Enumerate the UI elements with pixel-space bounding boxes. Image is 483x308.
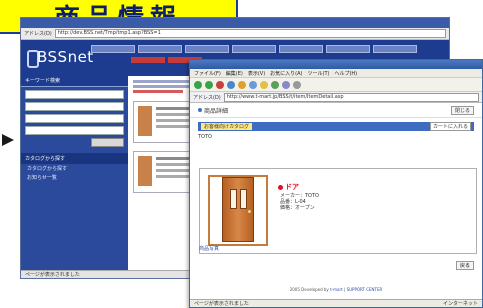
- menu-edit[interactable]: 編集(E): [226, 70, 243, 77]
- bss-nav-item[interactable]: [138, 45, 182, 53]
- back-url-field[interactable]: http://dev.BSS.net/Tmp/tmp1.asp?BSS=1: [54, 29, 446, 38]
- bullet-icon: [198, 108, 202, 112]
- print-icon[interactable]: [293, 80, 301, 89]
- category-select[interactable]: [25, 102, 124, 111]
- front-address-bar: アドレス(D) http://www.t-mart.jp/BSS/t/item/…: [190, 92, 482, 103]
- menu-file[interactable]: ファイル(F): [194, 70, 221, 77]
- door-window: [230, 189, 237, 209]
- back-window-titlebar: [21, 18, 449, 28]
- menu-favorites[interactable]: お気に入り(A): [270, 70, 302, 77]
- front-browser-window: ファイル(F) 編集(E) 表示(V) お気に入り(A) ツール(T) ヘルプ(…: [189, 59, 483, 308]
- bss-nav-item[interactable]: [185, 45, 229, 53]
- sidebar-link[interactable]: お知らせ一覧: [21, 173, 128, 182]
- front-toolbar: [190, 78, 482, 92]
- copyright-footer: 2005 Developed by t-mart | SUPPORT CENTE…: [289, 287, 383, 292]
- keyword-select[interactable]: [25, 90, 124, 99]
- product-name[interactable]: ドア: [278, 182, 299, 192]
- back-address-label: アドレス(D): [24, 31, 52, 37]
- product-info: メーカー：TOTO 品番：L-04 価格：オープン: [280, 193, 319, 211]
- add-to-cart-button[interactable]: カートに入れる: [429, 122, 471, 131]
- image-caption: 商品写真: [199, 246, 219, 252]
- status-right: インターネット: [442, 301, 478, 307]
- menu-view[interactable]: 表示(V): [248, 70, 265, 77]
- door-window: [240, 189, 247, 209]
- forward-arrow-icon[interactable]: [205, 80, 213, 89]
- text-line: [133, 90, 183, 93]
- page-header: 商品詳細 閉じる: [190, 103, 482, 118]
- product-name-text: ドア: [285, 183, 299, 191]
- product-code-info: TOTO: [198, 134, 474, 141]
- door-knob: [248, 210, 251, 213]
- door-image: [222, 177, 254, 242]
- search-button[interactable]: [91, 138, 124, 147]
- front-menu-bar: ファイル(F) 編集(E) 表示(V) お気に入り(A) ツール(T) ヘルプ(…: [190, 69, 482, 78]
- tab-catalog[interactable]: お客様向けカタログ: [201, 123, 253, 130]
- refresh-icon[interactable]: [227, 80, 235, 89]
- copyright-text: 2005 Developed by: [289, 287, 329, 292]
- stop-icon[interactable]: [216, 80, 224, 89]
- front-window-titlebar: [190, 60, 482, 69]
- history-icon[interactable]: [271, 80, 279, 89]
- door-thumbnail: [138, 106, 152, 136]
- back-button[interactable]: 戻る: [455, 261, 474, 270]
- page-title: 商品詳細: [198, 106, 228, 115]
- caption-line: 商品写真: [199, 246, 220, 252]
- bss-nav-item[interactable]: [326, 45, 370, 53]
- copyright-link[interactable]: t-mart: [330, 287, 343, 292]
- bss-subnav-item[interactable]: [131, 57, 165, 63]
- mail-icon[interactable]: [282, 80, 290, 89]
- pointer-arrow-icon: [2, 134, 14, 146]
- sidebar-section-title: カタログから探す: [21, 153, 128, 164]
- front-address-label: アドレス(D): [193, 94, 221, 101]
- sidebar-section-title: キーワード検索: [21, 75, 128, 87]
- bss-logo[interactable]: BSSnet: [37, 48, 94, 66]
- bss-top-nav: [91, 45, 417, 53]
- front-status-bar: ページが表示されました インターネット: [190, 299, 482, 307]
- menu-tools[interactable]: ツール(T): [308, 70, 330, 77]
- info-line: TOTO: [198, 134, 212, 140]
- bss-nav-item[interactable]: [91, 45, 135, 53]
- maker-input[interactable]: [25, 126, 124, 135]
- product-price: 価格：オープン: [280, 205, 315, 211]
- bss-nav-item[interactable]: [232, 45, 276, 53]
- sidebar-link[interactable]: カタログから探す: [21, 164, 128, 173]
- status-left: ページが表示されました: [194, 301, 249, 307]
- search-icon[interactable]: [249, 80, 257, 89]
- menu-help[interactable]: ヘルプ(H): [334, 70, 357, 77]
- back-address-bar: アドレス(D) http://dev.BSS.net/Tmp/tmp1.asp?…: [21, 28, 449, 40]
- favorites-icon[interactable]: [260, 80, 268, 89]
- support-link[interactable]: SUPPORT CENTER: [347, 287, 383, 292]
- front-url-field[interactable]: http://www.t-mart.jp/BSS/t/item/ItemDeta…: [223, 92, 479, 102]
- door-thumbnail: [138, 156, 152, 186]
- bss-sidebar: キーワード検索 カタログから探す カタログから探す お知らせ一覧: [21, 75, 128, 278]
- keyword-input[interactable]: [25, 114, 124, 123]
- bss-nav-item[interactable]: [373, 45, 417, 53]
- bullet-icon: [278, 184, 283, 190]
- page-title-text: 商品詳細: [204, 107, 229, 115]
- catalog-tab-bar: お客様向けカタログ カートに入れる: [198, 122, 474, 131]
- bss-nav-item[interactable]: [279, 45, 323, 53]
- product-detail-box: ドア メーカー：TOTO 品番：L-04 価格：オープン: [199, 168, 477, 254]
- home-icon[interactable]: [238, 80, 246, 89]
- back-arrow-icon[interactable]: [194, 80, 202, 89]
- close-button[interactable]: 閉じる: [450, 105, 474, 115]
